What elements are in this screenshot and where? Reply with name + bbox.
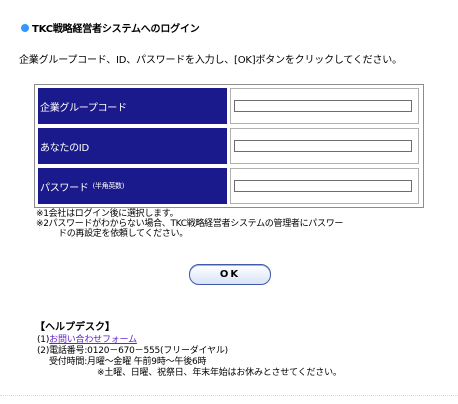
note-2-continued: ドの再設定を依頼してください。 (58, 229, 188, 239)
user-id-cell (230, 128, 419, 164)
user-id-label: あなたのID (38, 128, 227, 164)
group-code-cell (230, 88, 419, 124)
help-desk-title: 【ヘルプデスク】 (35, 322, 115, 333)
password-input[interactable] (234, 180, 412, 192)
note-1: ※1会社はログイン後に選択します。 (36, 209, 179, 219)
password-cell (230, 168, 419, 204)
help-item-3: 受付時間:月曜～金曜 午前9時～午後6時 (49, 357, 207, 367)
help-desk-info: (1)お問い合わせフォーム (2)電話番号:0120－670－555(フリーダイ… (37, 335, 342, 379)
bullet-icon (21, 23, 29, 32)
login-notes: ※1会社はログイン後に選択します。 ※2パスワードがわからない場合、TKC戦略経… (36, 209, 343, 239)
instruction-text: 企業グループコード、ID、パスワードを入力し、[OK]ボタンをクリックしてくださ… (19, 55, 402, 66)
form-row-group-code: 企業グループコード (38, 88, 419, 124)
note-2: ※2パスワードがわからない場合、TKC戦略経営者システムの管理者にパスワー (36, 219, 344, 229)
help-item-2: (2)電話番号:0120－670－555(フリーダイヤル) (37, 346, 228, 356)
form-row-password: パスワード (半角英数) (38, 168, 419, 204)
login-form: 企業グループコード あなたのID パスワード (半角英数) (34, 84, 424, 208)
group-code-input[interactable] (234, 100, 412, 112)
help-item-4: ※土曜、日曜、祝祭日、年末年始はお休みとさせてください。 (97, 368, 342, 378)
contact-form-link[interactable]: お問い合わせフォーム (49, 335, 137, 345)
password-sublabel: (半角英数) (92, 182, 125, 190)
help-item-1: (1)お問い合わせフォーム (37, 335, 137, 345)
group-code-label: 企業グループコード (38, 88, 227, 124)
password-label: パスワード (半角英数) (38, 168, 227, 204)
bottom-divider (0, 395, 458, 402)
user-id-input[interactable] (234, 140, 412, 152)
form-row-user-id: あなたのID (38, 128, 419, 164)
page-title: TKC戦略経営者システムへのログイン (21, 20, 200, 35)
page-title-text: TKC戦略経営者システムへのログイン (32, 24, 200, 35)
ok-button[interactable]: OK (189, 264, 271, 285)
